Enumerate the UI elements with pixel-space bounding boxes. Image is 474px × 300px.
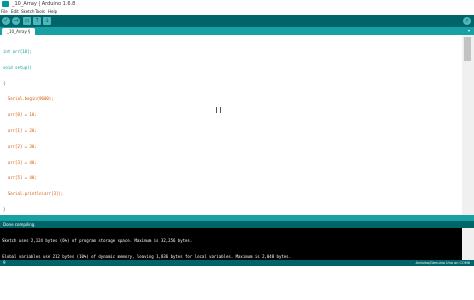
arrow-down-icon: ↓ xyxy=(44,17,50,24)
new-file-icon: ▫ xyxy=(24,17,30,24)
tab-menu-button[interactable]: ▾ xyxy=(466,28,472,34)
arrow-up-icon: ↑ xyxy=(34,17,40,24)
code-line: int arr[10]; xyxy=(3,49,32,54)
serial-monitor-button[interactable]: ⌕ xyxy=(463,17,471,25)
tab-sketch[interactable]: _10_Array § xyxy=(2,28,36,35)
open-button[interactable]: ↑ xyxy=(33,17,41,25)
code-line: arr[3] = 40; xyxy=(3,159,37,165)
console-line: Invalid library found in C:\Program File… xyxy=(2,269,304,275)
code-line: arr[0] = 10; xyxy=(3,112,37,118)
code-editor[interactable]: int arr[10]; void setup() { Serial.begin… xyxy=(0,35,462,215)
status-notice: Done compiling. xyxy=(0,221,474,228)
console-output[interactable]: Sketch uses 2,124 bytes (6%) of program … xyxy=(0,228,462,290)
console-line: Sketch uses 2,124 bytes (6%) of program … xyxy=(2,238,193,243)
arduino-logo-icon xyxy=(2,1,9,7)
code-line: arr[5] = 40; xyxy=(3,175,37,181)
tab-bar: _10_Array § ▾ xyxy=(0,27,474,35)
code-line: Serial.println(arr[3]); xyxy=(3,191,64,197)
save-button[interactable]: ↓ xyxy=(43,17,51,25)
board-info: Arduino/Genuino Uno on COM6 xyxy=(415,261,470,265)
code-line: arr[2] = 30; xyxy=(3,143,37,149)
title-bar: _10_Array | Arduino 1.6.8 xyxy=(0,0,474,9)
text-cursor-icon xyxy=(216,107,221,113)
code-line: } xyxy=(3,206,6,212)
checkmark-icon: ✓ xyxy=(3,17,9,24)
console-line: Invalid library found in C:\Program File… xyxy=(2,284,304,290)
line-number: 9 xyxy=(3,260,6,265)
new-button[interactable]: ▫ xyxy=(23,17,31,25)
window-title: _10_Array | Arduino 1.6.8 xyxy=(12,1,76,7)
verify-button[interactable]: ✓ xyxy=(2,17,10,25)
code-text: int arr[10]; void setup() { Serial.begin… xyxy=(3,39,63,223)
editor-scrollbar[interactable] xyxy=(462,35,474,215)
toolbar: ✓ → ▫ ↑ ↓ ⌕ xyxy=(0,15,474,27)
code-line: arr[1] = 20; xyxy=(3,127,37,133)
code-line: void setup() xyxy=(3,64,32,70)
console-scrollbar[interactable] xyxy=(462,228,474,260)
notice-text: Done compiling. xyxy=(3,222,36,227)
arrow-right-icon: → xyxy=(13,17,19,24)
scrollbar-thumb[interactable] xyxy=(464,37,471,61)
code-line: { xyxy=(3,80,6,86)
code-line: Serial.begin(9600); xyxy=(3,96,54,102)
upload-button[interactable]: → xyxy=(12,17,20,25)
magnifier-icon: ⌕ xyxy=(465,17,469,24)
triangle-down-icon: ▾ xyxy=(467,28,470,33)
console-line: Global variables use 212 bytes (10%) of … xyxy=(2,253,291,259)
bottom-status-bar: 9 Arduino/Genuino Uno on COM6 xyxy=(0,260,474,266)
